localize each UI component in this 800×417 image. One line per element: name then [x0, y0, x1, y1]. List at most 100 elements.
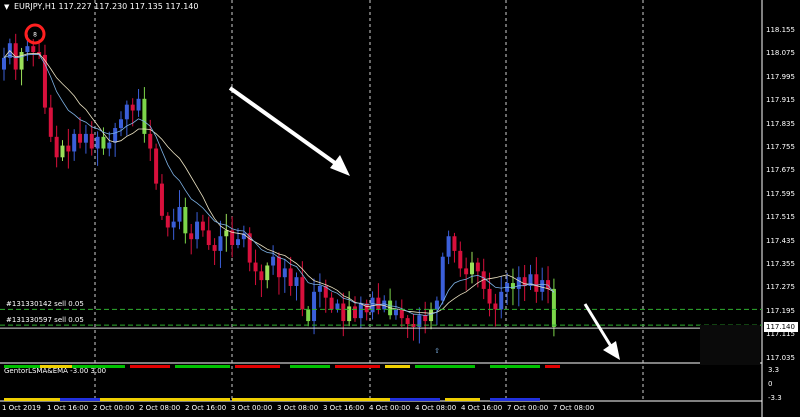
candle-body [31, 46, 36, 53]
candle-body [329, 297, 334, 310]
candle-body [72, 133, 77, 152]
indicator-segment [290, 365, 330, 368]
candle-body [487, 288, 492, 304]
indicator-segment [390, 398, 440, 401]
time-axis-label: 7 Oct 00:00 [507, 404, 549, 412]
candle-body [253, 262, 258, 272]
candle-body [171, 221, 176, 228]
candle-body [458, 250, 463, 269]
indicator-axis-label: 3.3 [768, 366, 780, 374]
candle-body [446, 236, 451, 257]
candle-body [534, 274, 539, 292]
candle-body [154, 148, 159, 184]
indicator-segment [60, 398, 100, 401]
annotation-arrow-head [603, 341, 620, 360]
candle-body [522, 277, 527, 286]
price-axis-label: 117.915 [766, 96, 795, 105]
collapse-triangle-icon[interactable]: ▼ [4, 3, 9, 11]
candle-body [429, 309, 434, 322]
price-axis-label: 118.155 [766, 26, 795, 35]
price-axis-label: 117.275 [766, 283, 795, 292]
candle-body [19, 52, 24, 70]
annotation-arrow-shaft [583, 303, 614, 349]
indicator-segment [385, 365, 410, 368]
candle-body [276, 256, 281, 278]
candle-body [136, 98, 141, 111]
candle-body [159, 183, 164, 216]
time-axis-label: 4 Oct 16:00 [461, 404, 503, 412]
candle-body [423, 315, 428, 322]
price-axis-label: 117.515 [766, 213, 795, 222]
candle-body [551, 288, 556, 327]
indicator-segment [490, 398, 540, 401]
candle-body [124, 104, 129, 120]
indicator-segment [232, 398, 300, 401]
indicator-axis-label: -3.3 [768, 394, 782, 402]
candle-body [189, 233, 194, 240]
price-axis-label: 117.195 [766, 306, 795, 315]
candle-body [300, 277, 305, 310]
indicator-segment [175, 365, 230, 368]
time-axis-label: 7 Oct 08:00 [553, 404, 595, 412]
candle-body [353, 306, 357, 319]
chart-title: ▼ EURJPY,H1 117.227 117.230 117.135 117.… [4, 2, 198, 11]
time-axis-label: 1 Oct 16:00 [47, 404, 89, 412]
indicator-segment [300, 398, 390, 401]
candle-body [2, 57, 6, 70]
time-axis-label: 4 Oct 00:00 [369, 404, 411, 412]
candle-body [101, 136, 106, 149]
indicator-segment [235, 365, 280, 368]
order-line-label[interactable]: #131330597 sell 0.05 [6, 316, 84, 324]
candle-body [493, 303, 498, 310]
candle-body [212, 245, 217, 251]
candle-body [464, 268, 469, 275]
candle-body [317, 285, 322, 292]
candle-body [393, 309, 398, 316]
indicator-segment [4, 398, 60, 401]
indicator-segment [445, 398, 480, 401]
candle-body [130, 104, 135, 111]
candle-body [294, 277, 299, 286]
candle-body [265, 265, 270, 281]
indicator-segment [335, 365, 380, 368]
indicator-segment [130, 365, 170, 368]
candle-body [183, 207, 188, 234]
candle-body [113, 128, 118, 143]
annotation-arrow-shaft [228, 86, 344, 170]
candle-body [434, 300, 439, 310]
candle-body [470, 262, 474, 275]
candle-body [499, 291, 504, 310]
marker-digit: 8 [33, 32, 37, 39]
candle-body [288, 268, 293, 286]
candle-body [206, 230, 211, 246]
current-price-tag: 117.140 [764, 321, 798, 332]
price-axis-label: 117.035 [766, 353, 795, 362]
order-line-label[interactable]: #131330142 sell 0.05 [6, 300, 84, 308]
candle-body [335, 303, 340, 310]
candle-body [60, 145, 65, 158]
candle-body [195, 221, 200, 240]
price-chart[interactable]: 8⇧ [0, 0, 800, 417]
indicator-axis-label: 0 [768, 380, 773, 388]
candle-body [440, 256, 445, 301]
time-axis-label: 4 Oct 08:00 [415, 404, 457, 412]
candle-body [358, 303, 363, 319]
candle-body [95, 136, 100, 149]
candle-body [399, 309, 404, 319]
candle-body [405, 318, 410, 324]
candle-body [83, 133, 88, 143]
price-axis-label: 117.435 [766, 236, 795, 245]
candle-body [475, 262, 480, 272]
candle-body [341, 303, 346, 322]
indicator-title: GentorLSMA&EMA -3.00 3.00 [4, 367, 107, 375]
price-axis-label: 117.595 [766, 189, 795, 198]
time-axis-label: 2 Oct 00:00 [93, 404, 135, 412]
price-axis-label: 117.355 [766, 260, 795, 269]
price-axis-label: 117.995 [766, 72, 795, 81]
candle-body [25, 46, 30, 53]
candle-body [540, 280, 545, 292]
ohlc-readout: 117.227 117.230 117.135 117.140 [58, 2, 199, 11]
candle-body [148, 133, 153, 149]
signal-arrow-icon: ⇧ [434, 347, 440, 355]
candle-body [224, 230, 229, 237]
